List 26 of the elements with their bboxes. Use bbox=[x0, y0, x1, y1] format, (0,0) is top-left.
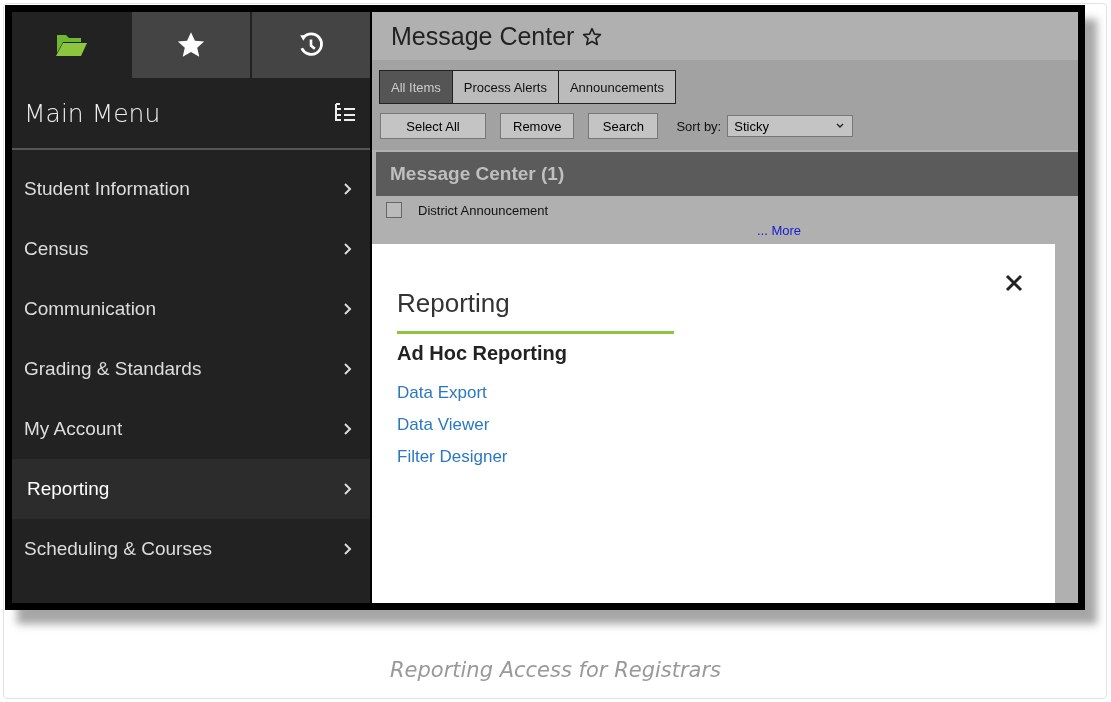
menu-item[interactable]: Scheduling & Courses bbox=[12, 519, 370, 579]
filter-tab[interactable]: Announcements bbox=[557, 70, 676, 104]
message-title[interactable]: District Announcement bbox=[418, 202, 549, 218]
panel-title: Reporting bbox=[397, 288, 510, 319]
menu-item[interactable]: Census bbox=[12, 219, 370, 279]
menu-title: Main Menu bbox=[24, 98, 161, 128]
menu-item[interactable]: Communication bbox=[12, 279, 370, 339]
menu-item[interactable]: My Account bbox=[12, 399, 370, 459]
menu-item[interactable]: Student Information bbox=[12, 159, 370, 219]
sort-label: Sort by: bbox=[676, 118, 722, 134]
figure-caption: Reporting Access for Registrars bbox=[389, 658, 722, 682]
action-button[interactable]: Search bbox=[588, 113, 659, 139]
more-link[interactable]: ... More bbox=[757, 223, 802, 238]
action-button[interactable]: Remove bbox=[500, 113, 575, 139]
menu-item[interactable]: Grading & Standards bbox=[12, 339, 370, 399]
report-link[interactable]: Data Viewer bbox=[397, 415, 490, 435]
page-title: Message Center bbox=[391, 21, 575, 51]
sort-select[interactable]: Sticky bbox=[727, 115, 854, 137]
section-title: Ad Hoc Reporting bbox=[397, 342, 567, 365]
section-header: Message Center (1) bbox=[376, 152, 1078, 196]
filter-tab[interactable]: All Items bbox=[379, 70, 453, 104]
report-link[interactable]: Data Export bbox=[397, 383, 487, 403]
filter-tab[interactable]: Process Alerts bbox=[451, 70, 559, 104]
action-button[interactable]: Select All bbox=[380, 113, 486, 139]
menu-item[interactable]: Reporting bbox=[12, 459, 370, 519]
report-link[interactable]: Filter Designer bbox=[397, 447, 508, 467]
